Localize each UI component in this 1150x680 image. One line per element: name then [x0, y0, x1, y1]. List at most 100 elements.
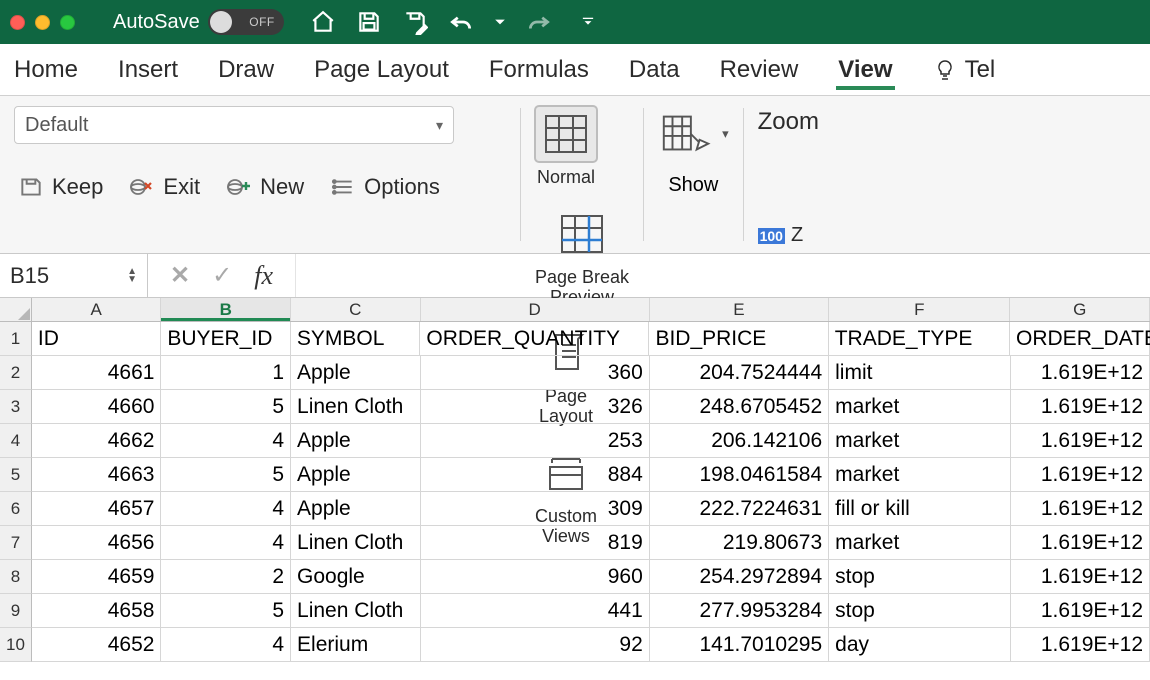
- tab-view[interactable]: View: [836, 50, 894, 90]
- cell[interactable]: day: [829, 628, 1010, 662]
- cell[interactable]: fill or kill: [829, 492, 1010, 526]
- cell[interactable]: 5: [161, 458, 291, 492]
- cell[interactable]: 1.619E+12: [1011, 390, 1150, 424]
- cell[interactable]: 253: [421, 424, 650, 458]
- cell[interactable]: Linen Cloth: [291, 594, 421, 628]
- cell[interactable]: 2: [161, 560, 291, 594]
- cell[interactable]: 219.80673: [650, 526, 829, 560]
- redo-icon[interactable]: [526, 9, 552, 35]
- cell[interactable]: 141.7010295: [650, 628, 829, 662]
- save-icon[interactable]: [356, 9, 382, 35]
- col-header-C[interactable]: C: [291, 298, 421, 321]
- tab-formulas[interactable]: Formulas: [487, 50, 591, 90]
- col-header-A[interactable]: A: [32, 298, 162, 321]
- undo-dropdown-icon[interactable]: [494, 16, 506, 28]
- cell[interactable]: market: [829, 424, 1010, 458]
- accept-formula-icon[interactable]: ✓: [212, 261, 232, 290]
- select-all-corner[interactable]: [0, 298, 32, 321]
- col-header-G[interactable]: G: [1010, 298, 1150, 321]
- tab-page-layout[interactable]: Page Layout: [312, 50, 451, 90]
- cell[interactable]: Elerium: [291, 628, 421, 662]
- cell[interactable]: TRADE_TYPE: [829, 322, 1010, 356]
- minimize-window-button[interactable]: [35, 15, 50, 30]
- cell[interactable]: ID: [32, 322, 162, 356]
- cell[interactable]: 4663: [32, 458, 162, 492]
- tell-me[interactable]: Tel: [931, 50, 998, 90]
- cell[interactable]: 4656: [32, 526, 162, 560]
- fx-icon[interactable]: fx: [254, 261, 273, 291]
- cell[interactable]: Apple: [291, 424, 421, 458]
- cell[interactable]: 277.9953284: [650, 594, 829, 628]
- cell[interactable]: 254.2972894: [650, 560, 829, 594]
- cell[interactable]: 5: [161, 390, 291, 424]
- cell[interactable]: SYMBOL: [291, 322, 421, 356]
- cell[interactable]: 5: [161, 594, 291, 628]
- cell[interactable]: 4: [161, 628, 291, 662]
- options-button[interactable]: Options: [330, 174, 440, 200]
- cell[interactable]: Google: [291, 560, 421, 594]
- undo-icon[interactable]: [448, 9, 474, 35]
- zoom-window-button[interactable]: [60, 15, 75, 30]
- sheet-view-dropdown[interactable]: Default ▾: [14, 106, 454, 144]
- spreadsheet-grid[interactable]: A B C D E F G 1 ID BUYER_ID SYMBOL ORDER…: [0, 298, 1150, 662]
- cell[interactable]: 360: [421, 356, 650, 390]
- row-header[interactable]: 9: [0, 594, 32, 628]
- cell[interactable]: 1.619E+12: [1011, 628, 1150, 662]
- keep-button[interactable]: Keep: [18, 174, 103, 200]
- name-box[interactable]: B15 ▲▼: [0, 254, 148, 297]
- row-header[interactable]: 5: [0, 458, 32, 492]
- tab-insert[interactable]: Insert: [116, 50, 180, 90]
- cell[interactable]: 248.6705452: [650, 390, 829, 424]
- row-header[interactable]: 3: [0, 390, 32, 424]
- cell[interactable]: 4: [161, 424, 291, 458]
- exit-button[interactable]: Exit: [129, 174, 200, 200]
- cell[interactable]: 1.619E+12: [1011, 356, 1150, 390]
- cell[interactable]: 1.619E+12: [1011, 526, 1150, 560]
- cancel-formula-icon[interactable]: ✕: [170, 261, 190, 290]
- row-header[interactable]: 10: [0, 628, 32, 662]
- autosave-toggle[interactable]: OFF: [208, 9, 284, 35]
- zoom-100-button[interactable]: 100 Z: [758, 224, 819, 247]
- cell[interactable]: stop: [829, 560, 1010, 594]
- cell[interactable]: market: [829, 526, 1010, 560]
- cell[interactable]: 222.7224631: [650, 492, 829, 526]
- formula-editor[interactable]: [295, 254, 1150, 297]
- cell[interactable]: 4661: [32, 356, 162, 390]
- cell[interactable]: Apple: [291, 458, 421, 492]
- cell[interactable]: 4658: [32, 594, 162, 628]
- cell[interactable]: 1.619E+12: [1011, 492, 1150, 526]
- cell[interactable]: 1.619E+12: [1011, 424, 1150, 458]
- cell[interactable]: 884: [421, 458, 650, 492]
- cell[interactable]: stop: [829, 594, 1010, 628]
- cell[interactable]: 960: [421, 560, 650, 594]
- cell[interactable]: Apple: [291, 356, 421, 390]
- cell[interactable]: 1: [161, 356, 291, 390]
- row-header[interactable]: 4: [0, 424, 32, 458]
- row-header-1[interactable]: 1: [0, 322, 32, 356]
- row-header[interactable]: 7: [0, 526, 32, 560]
- col-header-F[interactable]: F: [829, 298, 1010, 321]
- cell[interactable]: market: [829, 458, 1010, 492]
- show-button[interactable]: ▾: [658, 110, 729, 158]
- cell[interactable]: 4: [161, 492, 291, 526]
- tab-review[interactable]: Review: [718, 50, 801, 90]
- cell[interactable]: 441: [421, 594, 650, 628]
- cell[interactable]: 819: [421, 526, 650, 560]
- row-header[interactable]: 6: [0, 492, 32, 526]
- cell[interactable]: 1.619E+12: [1011, 594, 1150, 628]
- normal-view-button[interactable]: Normal: [535, 106, 597, 188]
- name-box-stepper[interactable]: ▲▼: [127, 268, 137, 284]
- cell[interactable]: Linen Cloth: [291, 390, 421, 424]
- zoom-button[interactable]: Zoom: [758, 108, 819, 136]
- cell[interactable]: 92: [421, 628, 650, 662]
- qat-customize-icon[interactable]: [582, 16, 594, 28]
- row-header[interactable]: 2: [0, 356, 32, 390]
- cell[interactable]: Linen Cloth: [291, 526, 421, 560]
- col-header-D[interactable]: D: [421, 298, 650, 321]
- cell[interactable]: 4657: [32, 492, 162, 526]
- cell[interactable]: 4: [161, 526, 291, 560]
- cell[interactable]: market: [829, 390, 1010, 424]
- cell[interactable]: 4659: [32, 560, 162, 594]
- save-edit-icon[interactable]: [402, 9, 428, 35]
- cell[interactable]: 206.142106: [650, 424, 829, 458]
